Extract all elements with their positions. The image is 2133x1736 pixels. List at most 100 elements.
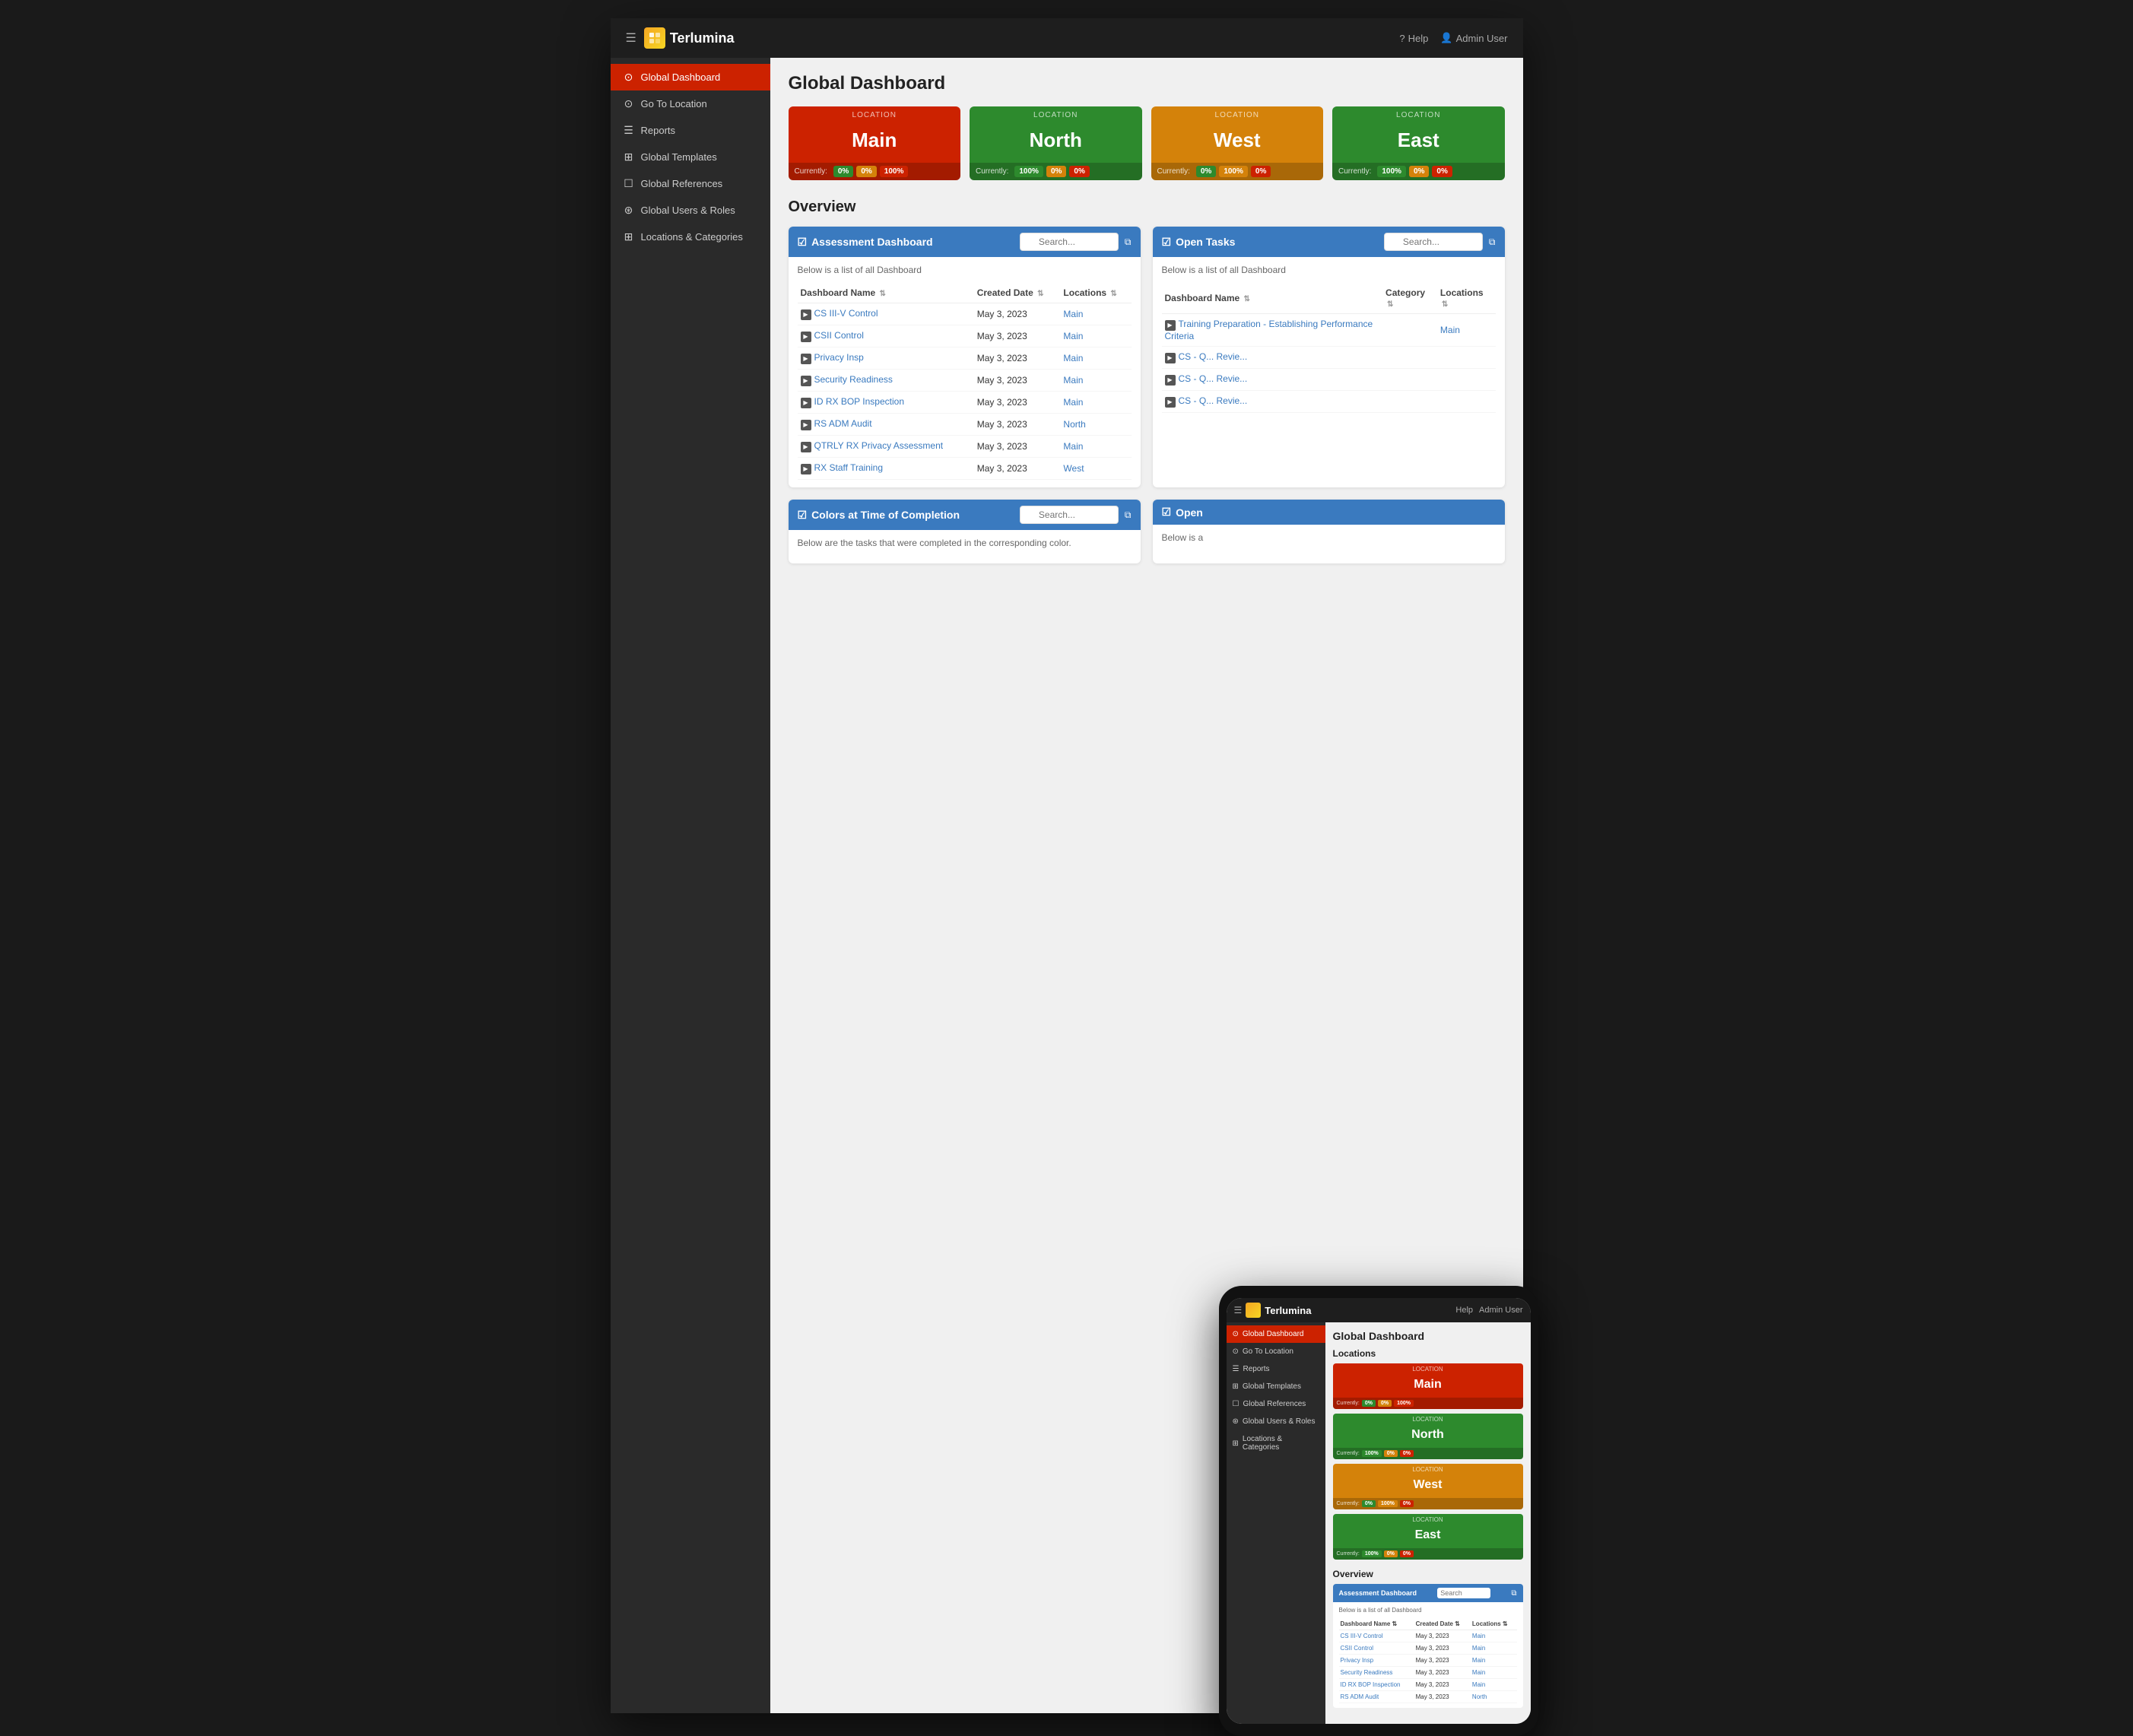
assessment-search-wrapper xyxy=(1020,233,1119,251)
dashboard-name-link[interactable]: Privacy Insp xyxy=(814,352,864,363)
mobile-row-name[interactable]: ID RX BOP Inspection xyxy=(1339,1679,1414,1691)
assessment-search-input[interactable] xyxy=(1020,233,1119,251)
mobile-sidebar-references[interactable]: ☐ Global References xyxy=(1227,1395,1325,1413)
tasks-col-location[interactable]: Locations ⇅ xyxy=(1437,283,1496,314)
loc-name-north: North xyxy=(970,121,1142,163)
table-row: ▶CS - Q... Revie... xyxy=(1162,369,1496,391)
mobile-admin[interactable]: Admin User xyxy=(1479,1306,1522,1315)
mobile-row-name[interactable]: Privacy Insp xyxy=(1339,1655,1414,1667)
overview-title: Overview xyxy=(789,198,1505,216)
tasks-external-link[interactable]: ⧉ xyxy=(1489,236,1496,248)
admin-user-button[interactable]: 👤 Admin User xyxy=(1440,32,1507,44)
mobile-row-name[interactable]: CS III-V Control xyxy=(1339,1630,1414,1642)
col-locations[interactable]: Locations ⇅ xyxy=(1060,283,1131,303)
dashboard-name-link[interactable]: CS III-V Control xyxy=(814,308,878,319)
mobile-hamburger[interactable]: ☰ xyxy=(1234,1305,1243,1315)
mobile-table-row: ID RX BOP Inspection May 3, 2023 Main xyxy=(1339,1679,1517,1691)
dashboard-name-link[interactable]: CSII Control xyxy=(814,330,864,341)
location-card-main[interactable]: LOCATION Main Currently: 0% 0% 100% xyxy=(789,106,961,180)
created-date: May 3, 2023 xyxy=(974,392,1061,414)
dashboard-name-link[interactable]: ID RX BOP Inspection xyxy=(814,396,905,407)
loc-name-east: East xyxy=(1332,121,1505,163)
stat-north-orange: 0% xyxy=(1046,166,1066,177)
assessment-external-link[interactable]: ⧉ xyxy=(1125,236,1132,248)
created-date: May 3, 2023 xyxy=(974,414,1061,436)
sidebar-item-global-dashboard[interactable]: ⊙ Global Dashboard xyxy=(611,64,770,90)
mobile-help[interactable]: Help xyxy=(1455,1306,1473,1315)
mobile-loc-west[interactable]: LOCATION West Currently: 0% 100% 0% xyxy=(1333,1464,1523,1509)
colors-completion-panel: ☑ Colors at Time of Completion ⧉ Below a… xyxy=(789,500,1141,563)
open-tasks-controls: ⧉ xyxy=(1384,233,1496,251)
col-created-date[interactable]: Created Date ⇅ xyxy=(974,283,1061,303)
sidebar-item-global-references[interactable]: ☐ Global References xyxy=(611,170,770,197)
loc-name-west: West xyxy=(1151,121,1324,163)
mobile-row-name[interactable]: RS ADM Audit xyxy=(1339,1691,1414,1703)
hamburger-icon[interactable]: ☰ xyxy=(626,30,636,46)
mobile-assessment-link[interactable]: ⧉ xyxy=(1511,1589,1516,1598)
colors-search-input[interactable] xyxy=(1020,506,1119,524)
sidebar-item-reports[interactable]: ☰ Reports xyxy=(611,117,770,144)
colors-panel-title: ☑ Colors at Time of Completion xyxy=(798,509,960,522)
mobile-row-location[interactable]: Main xyxy=(1471,1642,1517,1655)
mobile-row-name[interactable]: CSII Control xyxy=(1339,1642,1414,1655)
stat-north-red: 0% xyxy=(1069,166,1089,177)
tasks-col-category[interactable]: Category ⇅ xyxy=(1382,283,1437,314)
mobile-sidebar-location[interactable]: ⊙ Go To Location xyxy=(1227,1343,1325,1360)
mobile-col-date[interactable]: Created Date ⇅ xyxy=(1414,1618,1471,1630)
col-dashboard-name[interactable]: Dashboard Name ⇅ xyxy=(798,283,974,303)
location-link[interactable]: North xyxy=(1063,419,1085,430)
location-link[interactable]: Main xyxy=(1063,397,1083,408)
mobile-row-name[interactable]: Security Readiness xyxy=(1339,1667,1414,1679)
mobile-reports-icon: ☰ xyxy=(1233,1365,1239,1373)
sort-icon-location: ⇅ xyxy=(1110,290,1116,298)
mobile-loc-north[interactable]: LOCATION North Currently: 100% 0% 0% xyxy=(1333,1414,1523,1459)
dashboard-name-link[interactable]: Security Readiness xyxy=(814,374,893,385)
mobile-sidebar-templates[interactable]: ⊞ Global Templates xyxy=(1227,1378,1325,1395)
mobile-row-location[interactable]: Main xyxy=(1471,1679,1517,1691)
dashboard-name-link[interactable]: QTRLY RX Privacy Assessment xyxy=(814,440,944,451)
location-link[interactable]: West xyxy=(1063,463,1084,474)
location-card-west[interactable]: LOCATION West Currently: 0% 100% 0% xyxy=(1151,106,1324,180)
mobile-sidebar-reports[interactable]: ☰ Reports xyxy=(1227,1360,1325,1378)
mobile-assessment-search[interactable] xyxy=(1437,1588,1490,1598)
sidebar-item-go-to-location[interactable]: ⊙ Go To Location xyxy=(611,90,770,117)
open-tasks-body: Below is a list of all Dashboard Dashboa… xyxy=(1153,257,1505,421)
help-button[interactable]: ? Help xyxy=(1399,33,1428,44)
stat-east-green: 100% xyxy=(1377,166,1406,177)
location-link[interactable]: Main xyxy=(1063,309,1083,319)
mobile-references-icon: ☐ xyxy=(1233,1400,1239,1408)
dashboard-name-link[interactable]: RX Staff Training xyxy=(814,462,884,473)
assessment-icon: ☑ xyxy=(798,236,808,249)
mobile-row-location[interactable]: Main xyxy=(1471,1655,1517,1667)
open-panel-2: ☑ Open Below is a xyxy=(1153,500,1505,563)
mobile-row-location[interactable]: North xyxy=(1471,1691,1517,1703)
mobile-row-location[interactable]: Main xyxy=(1471,1630,1517,1642)
colors-external-link[interactable]: ⧉ xyxy=(1125,509,1132,521)
mobile-location-icon: ⊙ xyxy=(1233,1347,1239,1356)
mobile-loc-east[interactable]: LOCATION East Currently: 100% 0% 0% xyxy=(1333,1514,1523,1560)
mobile-sidebar-dashboard[interactable]: ⊙ Global Dashboard xyxy=(1227,1325,1325,1343)
location-link[interactable]: Main xyxy=(1063,441,1083,452)
location-card-east[interactable]: LOCATION East Currently: 100% 0% 0% xyxy=(1332,106,1505,180)
sidebar-item-global-templates[interactable]: ⊞ Global Templates xyxy=(611,144,770,170)
sidebar-item-global-users-roles[interactable]: ⊛ Global Users & Roles xyxy=(611,197,770,224)
location-link[interactable]: Main xyxy=(1063,331,1083,341)
mobile-col-location[interactable]: Locations ⇅ xyxy=(1471,1618,1517,1630)
row-icon: ▶ xyxy=(801,309,811,320)
mobile-sidebar-users[interactable]: ⊛ Global Users & Roles xyxy=(1227,1413,1325,1430)
mobile-table-row: CSII Control May 3, 2023 Main xyxy=(1339,1642,1517,1655)
stat-east-red: 0% xyxy=(1432,166,1452,177)
tasks-search-input[interactable] xyxy=(1384,233,1483,251)
location-link[interactable]: Main xyxy=(1063,353,1083,363)
mobile-assessment-header: Assessment Dashboard ⧉ xyxy=(1333,1584,1523,1602)
dashboard-name-link[interactable]: RS ADM Audit xyxy=(814,418,872,429)
loc-label-east: LOCATION xyxy=(1332,106,1505,121)
sidebar-item-locations-categories[interactable]: ⊞ Locations & Categories xyxy=(611,224,770,250)
mobile-col-name[interactable]: Dashboard Name ⇅ xyxy=(1339,1618,1414,1630)
tasks-col-name[interactable]: Dashboard Name ⇅ xyxy=(1162,283,1383,314)
mobile-loc-main[interactable]: LOCATION Main Currently: 0% 0% 100% xyxy=(1333,1363,1523,1409)
location-link[interactable]: Main xyxy=(1063,375,1083,386)
location-card-north[interactable]: LOCATION North Currently: 100% 0% 0% xyxy=(970,106,1142,180)
mobile-sidebar-locations-cat[interactable]: ⊞ Locations & Categories xyxy=(1227,1430,1325,1456)
mobile-row-location[interactable]: Main xyxy=(1471,1667,1517,1679)
